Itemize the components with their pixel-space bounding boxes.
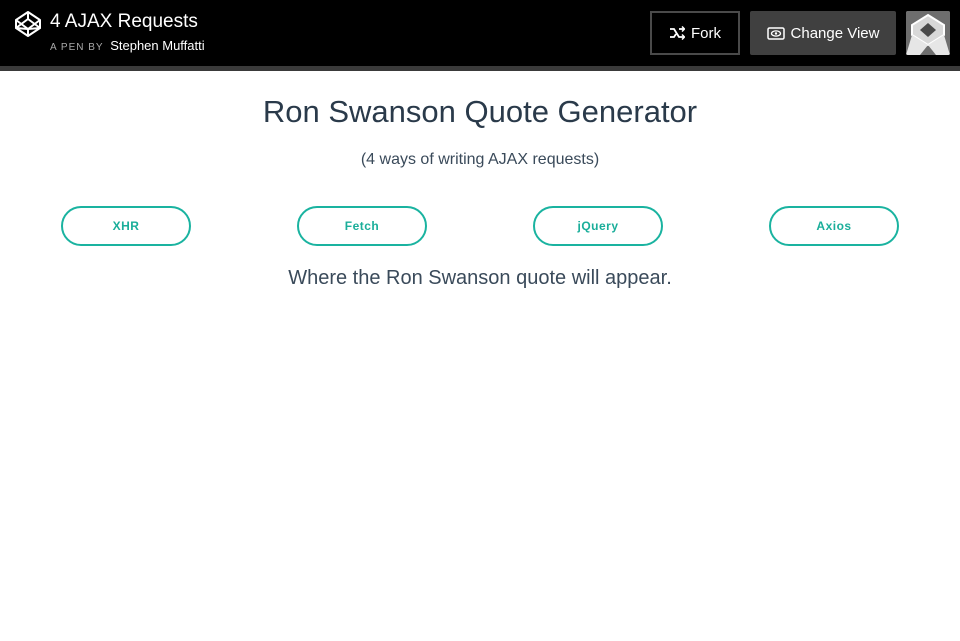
quote-text: Where the Ron Swanson quote will appear. — [288, 267, 672, 289]
xhr-button[interactable]: XHR — [61, 206, 191, 246]
pen-title[interactable]: 4 AJAX Requests — [50, 10, 198, 34]
eye-icon — [766, 26, 785, 40]
change-view-label: Change View — [790, 24, 880, 42]
pen-byline: A PEN BY Stephen Muffatti — [50, 38, 205, 56]
pen-preview: Ron Swanson Quote Generator (4 ways of w… — [0, 71, 960, 641]
page-subtitle: (4 ways of writing AJAX requests) — [360, 151, 600, 168]
jquery-button[interactable]: jQuery — [533, 206, 663, 246]
fork-button[interactable]: Fork — [650, 11, 740, 55]
codepen-topbar: 4 AJAX Requests A PEN BY Stephen Muffatt… — [0, 0, 960, 71]
fetch-button[interactable]: Fetch — [297, 206, 427, 246]
codepen-logo-icon[interactable] — [14, 10, 42, 38]
fork-icon — [670, 26, 685, 40]
fork-label: Fork — [691, 24, 721, 42]
change-view-button[interactable]: Change View — [750, 11, 896, 55]
byline-prefix: A PEN BY — [50, 42, 104, 53]
user-avatar[interactable] — [906, 11, 950, 55]
page-title: Ron Swanson Quote Generator — [262, 94, 698, 129]
axios-button[interactable]: Axios — [769, 206, 899, 246]
codepen-avatar-icon — [906, 11, 950, 55]
author-link[interactable]: Stephen Muffatti — [110, 38, 204, 53]
